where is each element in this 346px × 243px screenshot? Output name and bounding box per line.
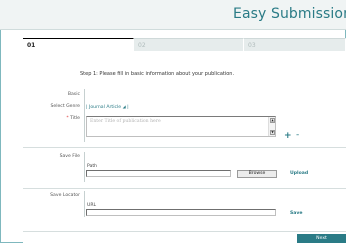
upload-button[interactable]: Upload bbox=[290, 171, 308, 176]
header-bar: Easy Submission bbox=[0, 0, 346, 30]
basic-section-label: Basic bbox=[67, 92, 80, 97]
url-label: URL bbox=[87, 203, 97, 208]
title-label-text: Title bbox=[70, 116, 80, 121]
form-panel bbox=[23, 51, 346, 231]
next-button[interactable]: Next bbox=[297, 234, 346, 243]
genre-label: Select Genre bbox=[50, 104, 80, 109]
save-file-section-label: Save File bbox=[59, 154, 80, 159]
genre-separator: | bbox=[127, 105, 129, 110]
genre-select[interactable]: | Journal Article ◢ | bbox=[86, 104, 129, 110]
path-label: Path bbox=[87, 164, 98, 169]
step-instruction: Step 1: Please fill in basic information… bbox=[80, 71, 235, 77]
browse-button[interactable]: Browse bbox=[237, 170, 277, 178]
add-title-button[interactable]: + bbox=[284, 131, 292, 141]
section-divider bbox=[23, 147, 346, 148]
app-title: Easy Submission bbox=[233, 6, 346, 22]
remove-title-button[interactable]: - bbox=[296, 130, 299, 140]
chevron-down-icon: ◢ bbox=[122, 104, 126, 109]
label-divider bbox=[84, 152, 85, 182]
title-label: * Title bbox=[20, 116, 80, 121]
url-input[interactable] bbox=[86, 209, 276, 216]
save-locator-section-label: Save Locator bbox=[50, 193, 80, 198]
title-placeholder: Enter Title of publication here bbox=[90, 119, 161, 124]
step-number: 01 bbox=[27, 42, 36, 49]
label-divider bbox=[84, 191, 85, 217]
title-textarea[interactable]: Enter Title of publication here ▲ ▼ bbox=[86, 116, 276, 137]
tab-step-03[interactable]: 03 bbox=[244, 38, 346, 51]
genre-value: Journal Article bbox=[89, 105, 122, 110]
step-number: 02 bbox=[138, 42, 146, 49]
scroll-up-icon[interactable]: ▲ bbox=[270, 118, 275, 123]
step-tabs: 01 02 03 bbox=[23, 38, 346, 51]
section-divider bbox=[23, 188, 346, 189]
path-input[interactable] bbox=[86, 170, 231, 177]
tab-step-02[interactable]: 02 bbox=[134, 38, 244, 51]
tab-step-01[interactable]: 01 bbox=[23, 38, 134, 51]
label-divider bbox=[84, 89, 85, 142]
save-button[interactable]: Save bbox=[290, 211, 303, 216]
step-number: 03 bbox=[248, 42, 256, 49]
textarea-scrollbar[interactable]: ▲ ▼ bbox=[268, 117, 275, 136]
scroll-down-icon[interactable]: ▼ bbox=[270, 130, 275, 135]
